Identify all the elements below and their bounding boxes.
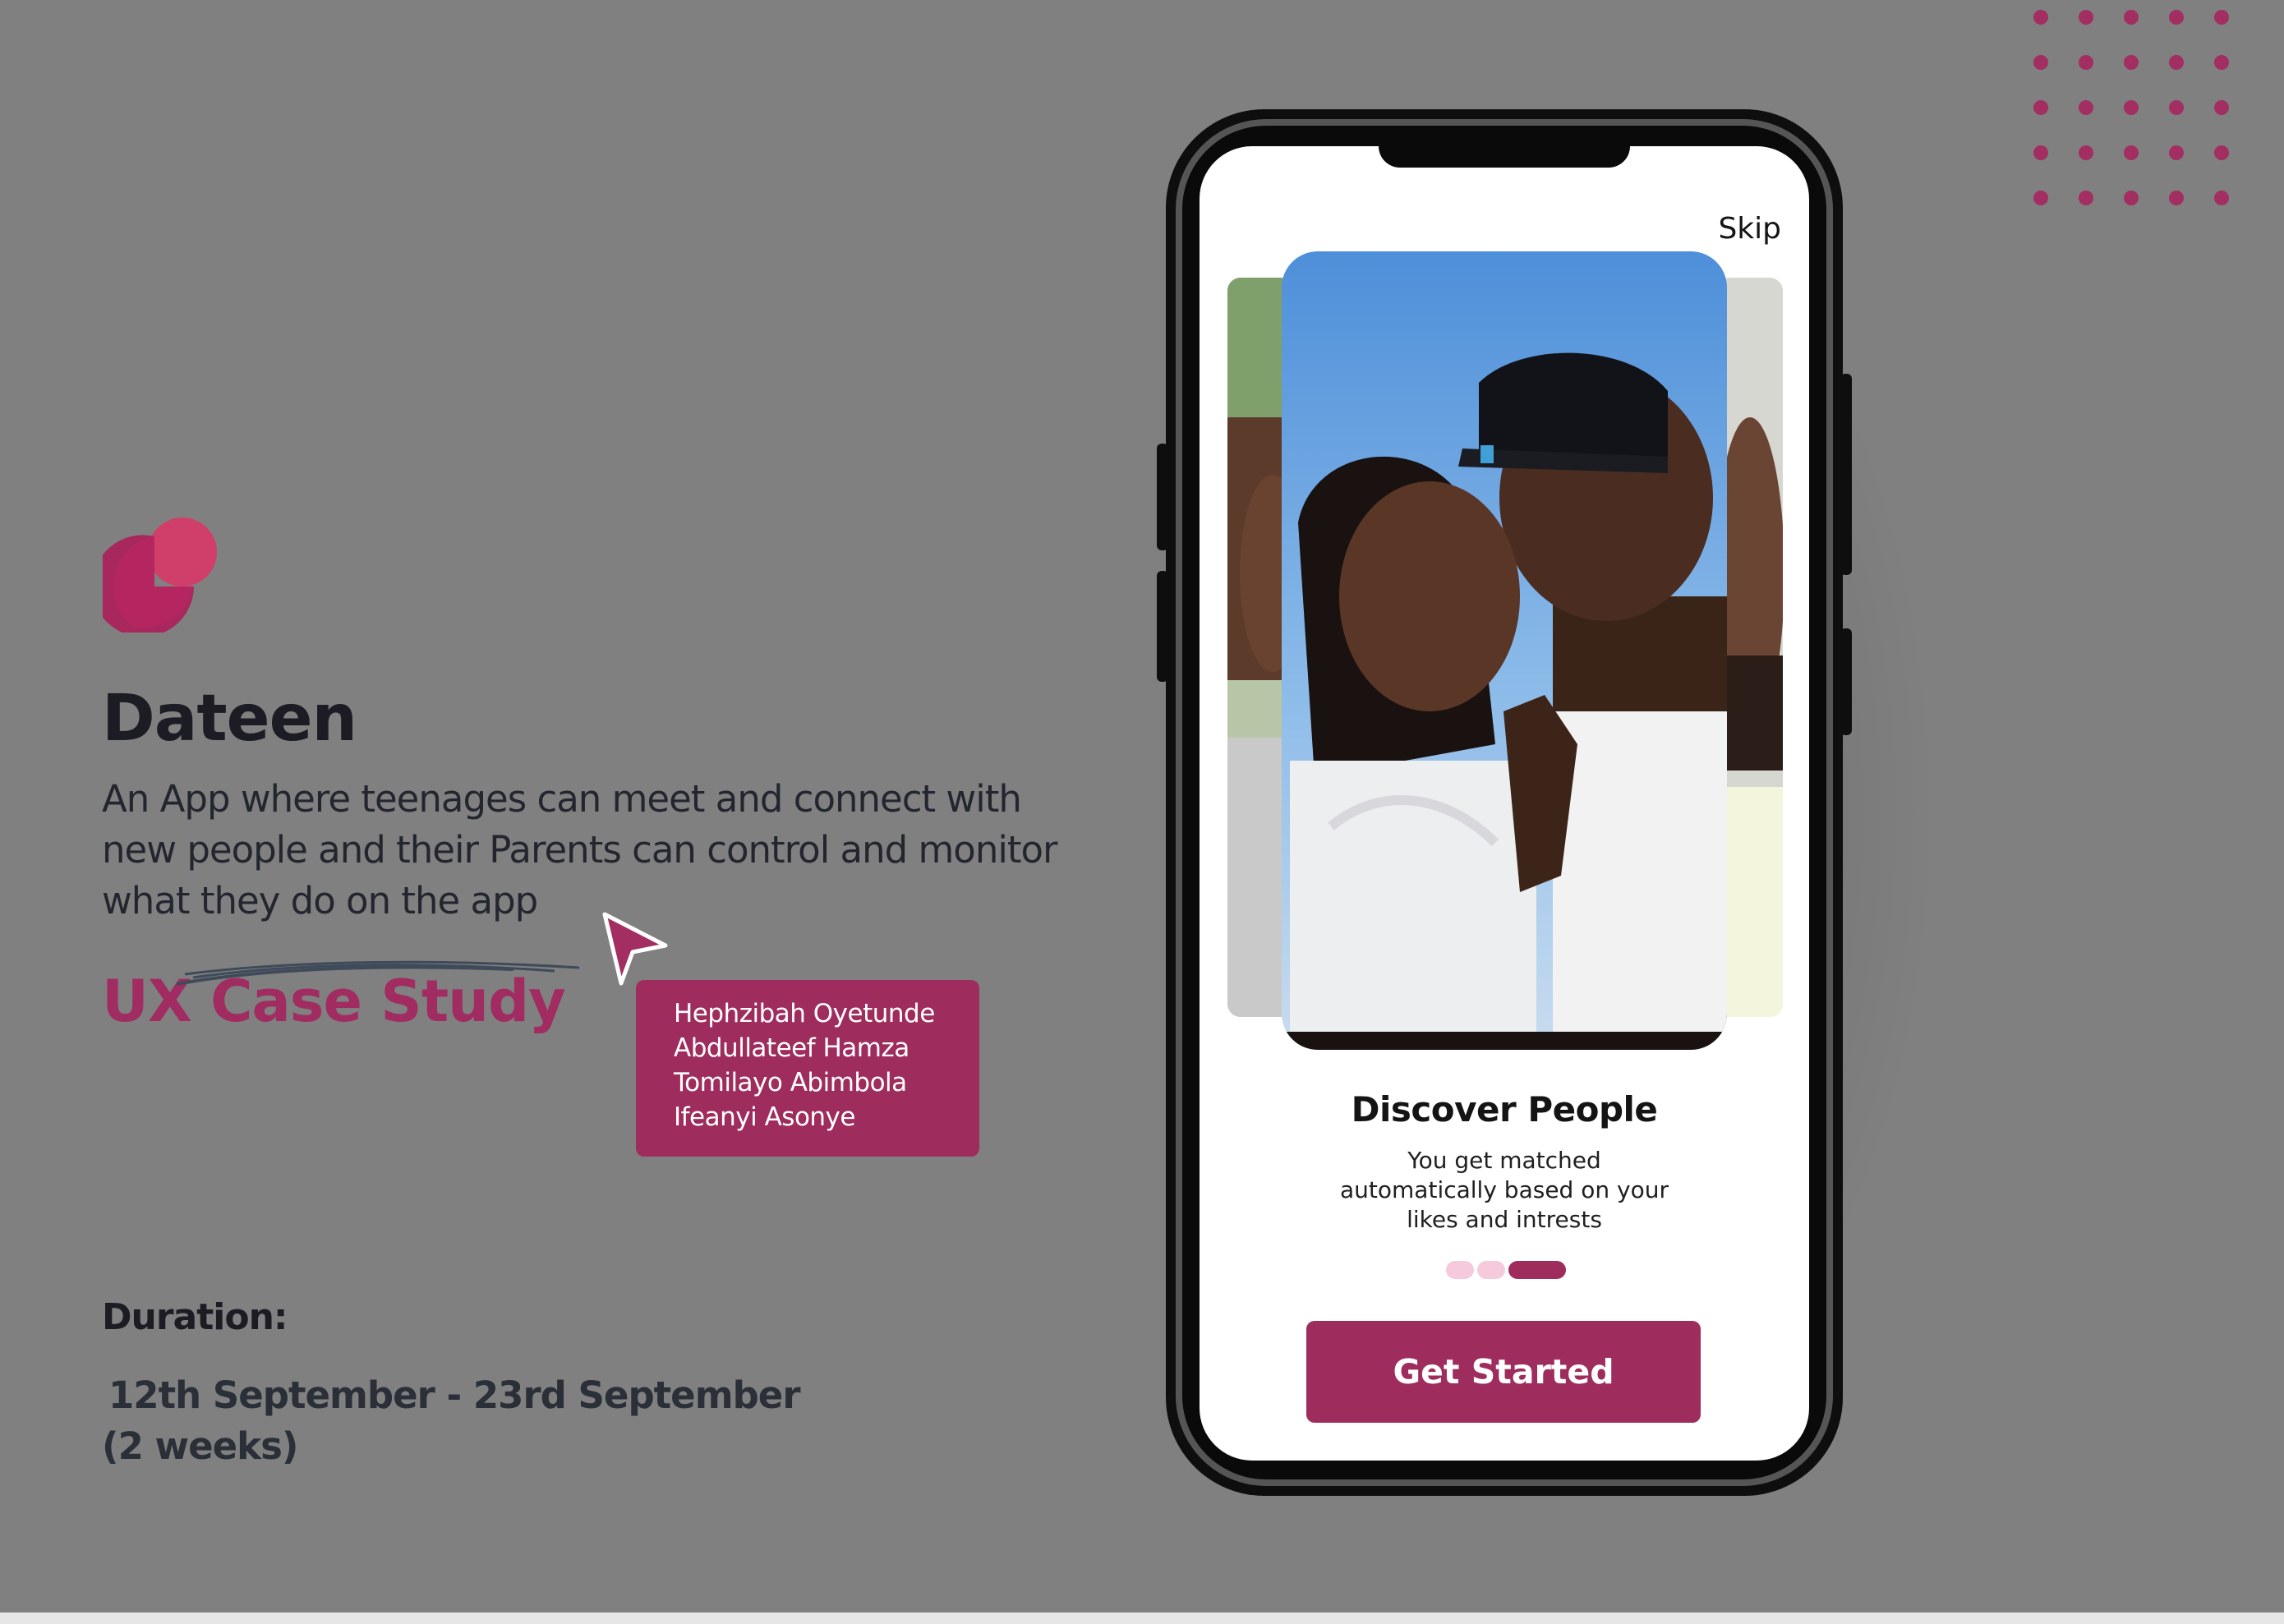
page-dot[interactable]: [1446, 1261, 1474, 1279]
decorative-dot-grid: [2033, 10, 2247, 207]
pointer-cursor-icon: [602, 912, 668, 986]
next-photo-card[interactable]: [1717, 278, 1783, 1017]
duration-dates: 12th September - 23rd September (2 weeks…: [102, 1370, 923, 1472]
team-member: Ifeanyi Asonye: [674, 1102, 855, 1132]
decorative-dot: [2169, 145, 2184, 160]
decorative-dot: [2214, 191, 2229, 205]
app-name: Dateen: [102, 682, 357, 756]
page-indicator: [1446, 1261, 1569, 1279]
team-member: Tomilayo Abimbola: [674, 1068, 907, 1097]
logo-overlapping-circles-icon: [103, 518, 217, 633]
decorative-dot: [2079, 10, 2093, 25]
decorative-dot: [2169, 55, 2184, 70]
decorative-dot: [2033, 10, 2048, 25]
decorative-dot: [2033, 191, 2048, 205]
decorative-dot: [2214, 100, 2229, 115]
skip-button[interactable]: Skip: [1718, 212, 1781, 246]
decorative-dot: [2033, 55, 2048, 70]
decorative-dot: [2169, 10, 2184, 25]
get-started-button[interactable]: Get Started: [1306, 1321, 1701, 1423]
decorative-dot: [2033, 145, 2048, 160]
decorative-dot: [2079, 191, 2093, 205]
page-dot[interactable]: [1477, 1261, 1505, 1279]
bottom-strip: [0, 1612, 2284, 1624]
decorative-dot: [2214, 55, 2229, 70]
couple-photo[interactable]: [1282, 251, 1727, 1050]
decorative-dot: [2124, 10, 2139, 25]
duration-length: (2 weeks): [102, 1424, 298, 1468]
onboarding-description: You get matched automatically based on y…: [1340, 1147, 1669, 1233]
team-member: Hephzibah Oyetunde: [674, 999, 935, 1028]
decorative-dot: [2079, 55, 2093, 70]
decorative-dot: [2033, 100, 2048, 115]
decorative-dot: [2124, 55, 2139, 70]
team-members-card: Hephzibah Oyetunde Abdullateef Hamza Tom…: [636, 980, 979, 1157]
phone-screen: Skip Discover People You get matched aut…: [1200, 146, 1809, 1461]
decorative-dot: [2079, 100, 2093, 115]
onboarding-title: Discover People: [1351, 1089, 1658, 1129]
decorative-dot: [2124, 191, 2139, 205]
decorative-dot: [2214, 145, 2229, 160]
decorative-dot: [2169, 100, 2184, 115]
page-dot-active[interactable]: [1508, 1261, 1566, 1279]
decorative-dot: [2169, 191, 2184, 205]
duration-range: 12th September - 23rd September: [108, 1373, 801, 1417]
app-description: An App where teenages can meet and conne…: [102, 777, 1058, 922]
team-member: Abdullateef Hamza: [674, 1033, 909, 1063]
duration-label: Duration:: [102, 1296, 288, 1338]
decorative-dot: [2124, 100, 2139, 115]
phone-notch: [1379, 146, 1630, 168]
decorative-dot: [2124, 145, 2139, 160]
decorative-dot: [2214, 10, 2229, 25]
strike-scribble: [176, 960, 580, 986]
decorative-dot: [2079, 145, 2093, 160]
